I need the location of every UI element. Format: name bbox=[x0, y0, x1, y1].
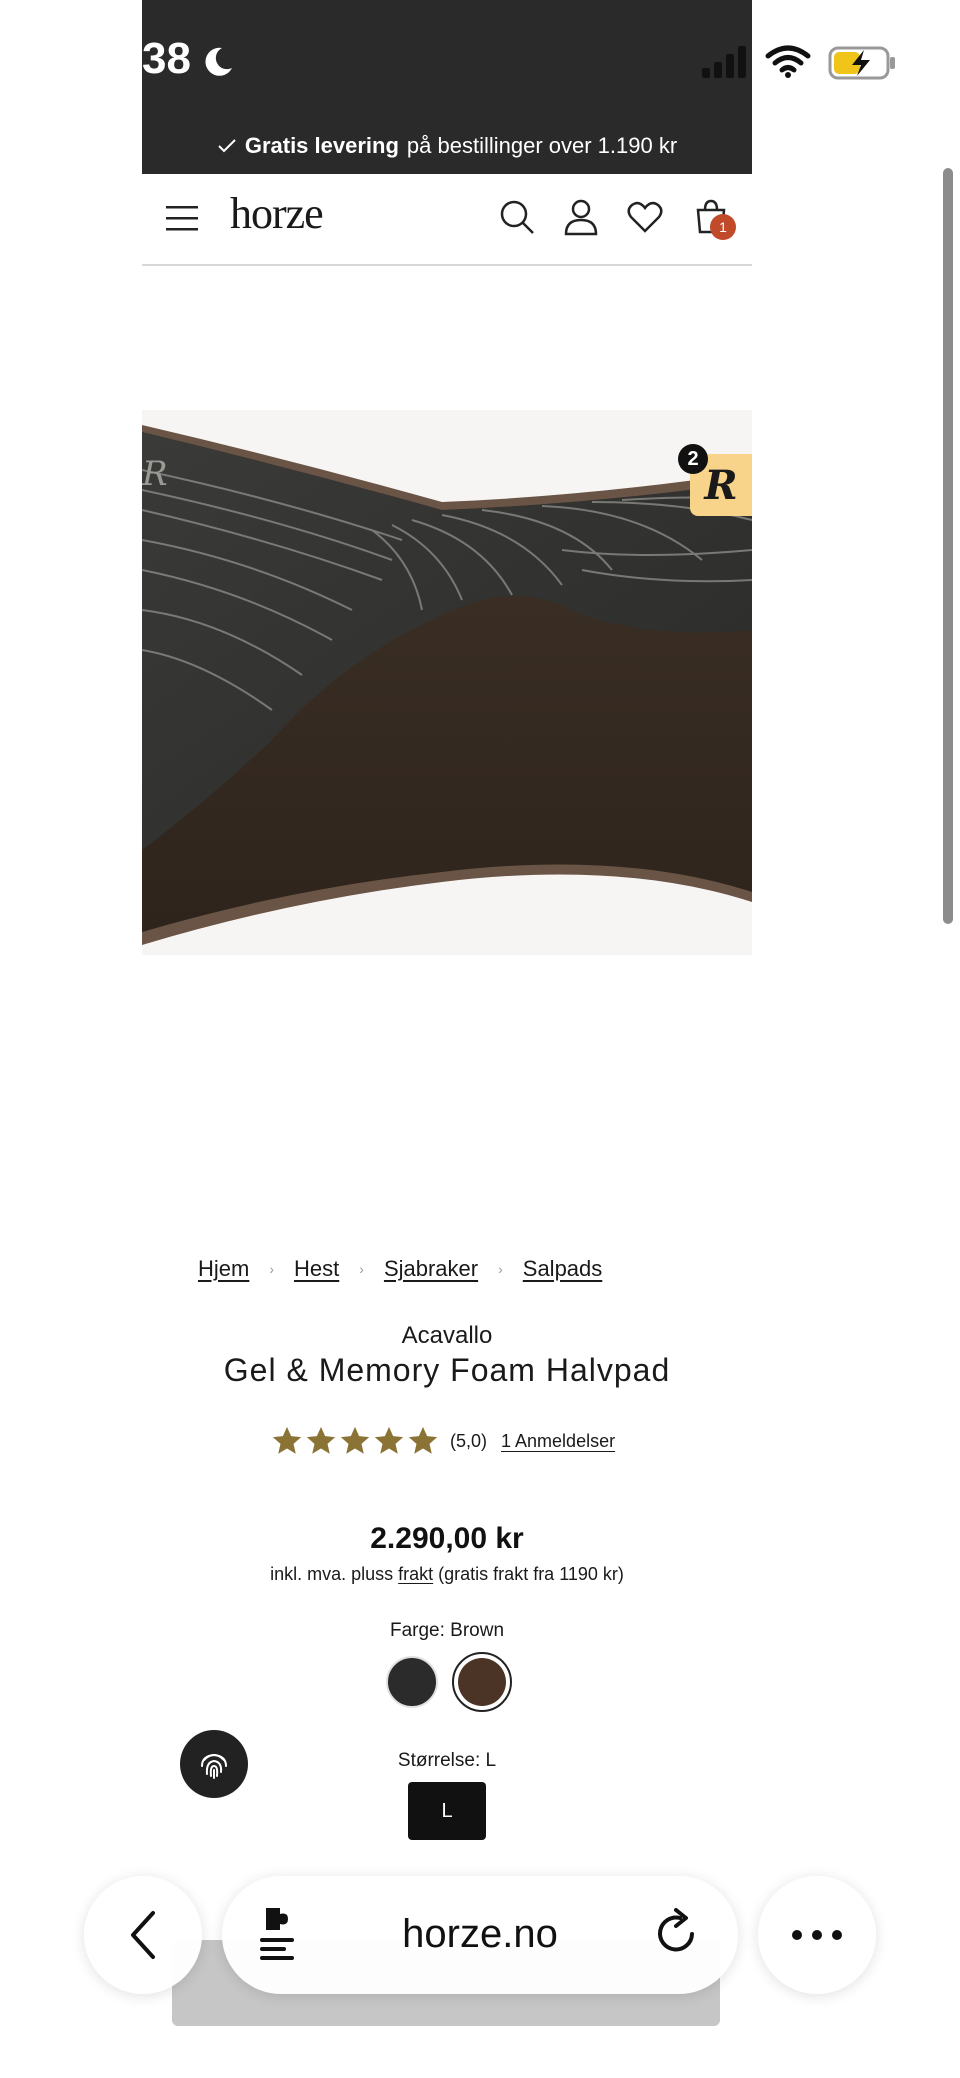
color-swatch-brown[interactable] bbox=[458, 1658, 506, 1706]
svg-text:R: R bbox=[142, 454, 168, 494]
banner-bold-text: Gratis levering bbox=[244, 133, 399, 158]
chevron-right-icon: › bbox=[269, 1261, 275, 1277]
wifi-icon bbox=[765, 45, 811, 78]
menu-icon[interactable] bbox=[166, 204, 198, 232]
chevron-left-icon bbox=[131, 1911, 155, 1959]
moon-icon bbox=[205, 47, 232, 76]
status-time: 38 bbox=[142, 34, 191, 83]
product-brand[interactable]: Acavallo bbox=[142, 1322, 752, 1350]
vat-prefix: inkl. mva. pluss bbox=[270, 1564, 394, 1584]
half-pad-illustration: R bbox=[142, 425, 752, 945]
back-button[interactable] bbox=[84, 1876, 202, 1994]
reviews-badge-letter: R bbox=[704, 461, 738, 509]
color-swatch-black[interactable] bbox=[386, 1656, 438, 1708]
product-title: Gel & Memory Foam Halvpad bbox=[223, 1352, 671, 1388]
fingerprint-icon bbox=[201, 1753, 227, 1779]
star-icon bbox=[306, 1426, 336, 1454]
rating-score: (5,0) bbox=[450, 1430, 488, 1451]
star-icon bbox=[340, 1426, 370, 1454]
site-header: horze 1 bbox=[142, 174, 752, 266]
shipping-link[interactable]: frakt bbox=[398, 1564, 433, 1584]
heart-icon[interactable] bbox=[626, 198, 664, 236]
breadcrumb: Hjem › Hest › Sjabraker › Salpads bbox=[198, 1256, 602, 1282]
reviews-link[interactable]: 1 Anmeldelser bbox=[501, 1431, 615, 1452]
check-icon bbox=[218, 139, 236, 153]
star-icon bbox=[272, 1426, 302, 1454]
chevron-right-icon: › bbox=[498, 1261, 503, 1277]
star-icon bbox=[374, 1426, 404, 1454]
breadcrumb-half-pads[interactable]: Salpads bbox=[523, 1256, 603, 1282]
search-icon[interactable] bbox=[498, 198, 536, 236]
more-button[interactable] bbox=[758, 1876, 876, 1994]
page-scrollbar[interactable] bbox=[943, 168, 953, 924]
breadcrumb-horse[interactable]: Hest bbox=[294, 1256, 339, 1282]
breadcrumb-home[interactable]: Hjem bbox=[198, 1256, 249, 1282]
star-icon bbox=[408, 1426, 438, 1454]
horze-logo[interactable]: horze bbox=[230, 188, 324, 239]
screen: 38 Gratis levering på bestillinger over … bbox=[0, 0, 960, 2078]
banner-text: på bestillinger over 1.190 kr bbox=[406, 133, 678, 158]
cart-count-badge: 1 bbox=[710, 214, 736, 240]
reload-icon[interactable] bbox=[654, 1906, 700, 1956]
extensions-icon[interactable] bbox=[258, 1904, 302, 1962]
reviews-badge-count: 2 bbox=[678, 444, 708, 474]
vat-suffix: (gratis frakt fra 1190 kr) bbox=[438, 1564, 624, 1584]
product-image[interactable]: R bbox=[142, 410, 752, 955]
product-price: 2.290,00 kr bbox=[370, 1522, 524, 1555]
color-label: Farge: Brown bbox=[389, 1620, 505, 1641]
cellular-signal-icon bbox=[702, 46, 746, 78]
account-icon[interactable] bbox=[562, 198, 600, 236]
ellipsis-icon bbox=[792, 1930, 842, 1940]
free-shipping-banner: Gratis levering på bestillinger over 1.1… bbox=[142, 118, 752, 174]
product-rating[interactable]: (5,0) 1 Anmeldelser bbox=[270, 1424, 615, 1458]
breadcrumb-saddle-pads[interactable]: Sjabraker bbox=[384, 1256, 478, 1282]
battery-charging-icon bbox=[828, 46, 895, 80]
size-option-l[interactable]: L bbox=[408, 1782, 486, 1840]
vat-shipping-note: inkl. mva. pluss frakt (gratis frakt fra… bbox=[142, 1564, 752, 1585]
fingerprint-button[interactable] bbox=[180, 1730, 248, 1798]
chevron-right-icon: › bbox=[359, 1261, 364, 1277]
